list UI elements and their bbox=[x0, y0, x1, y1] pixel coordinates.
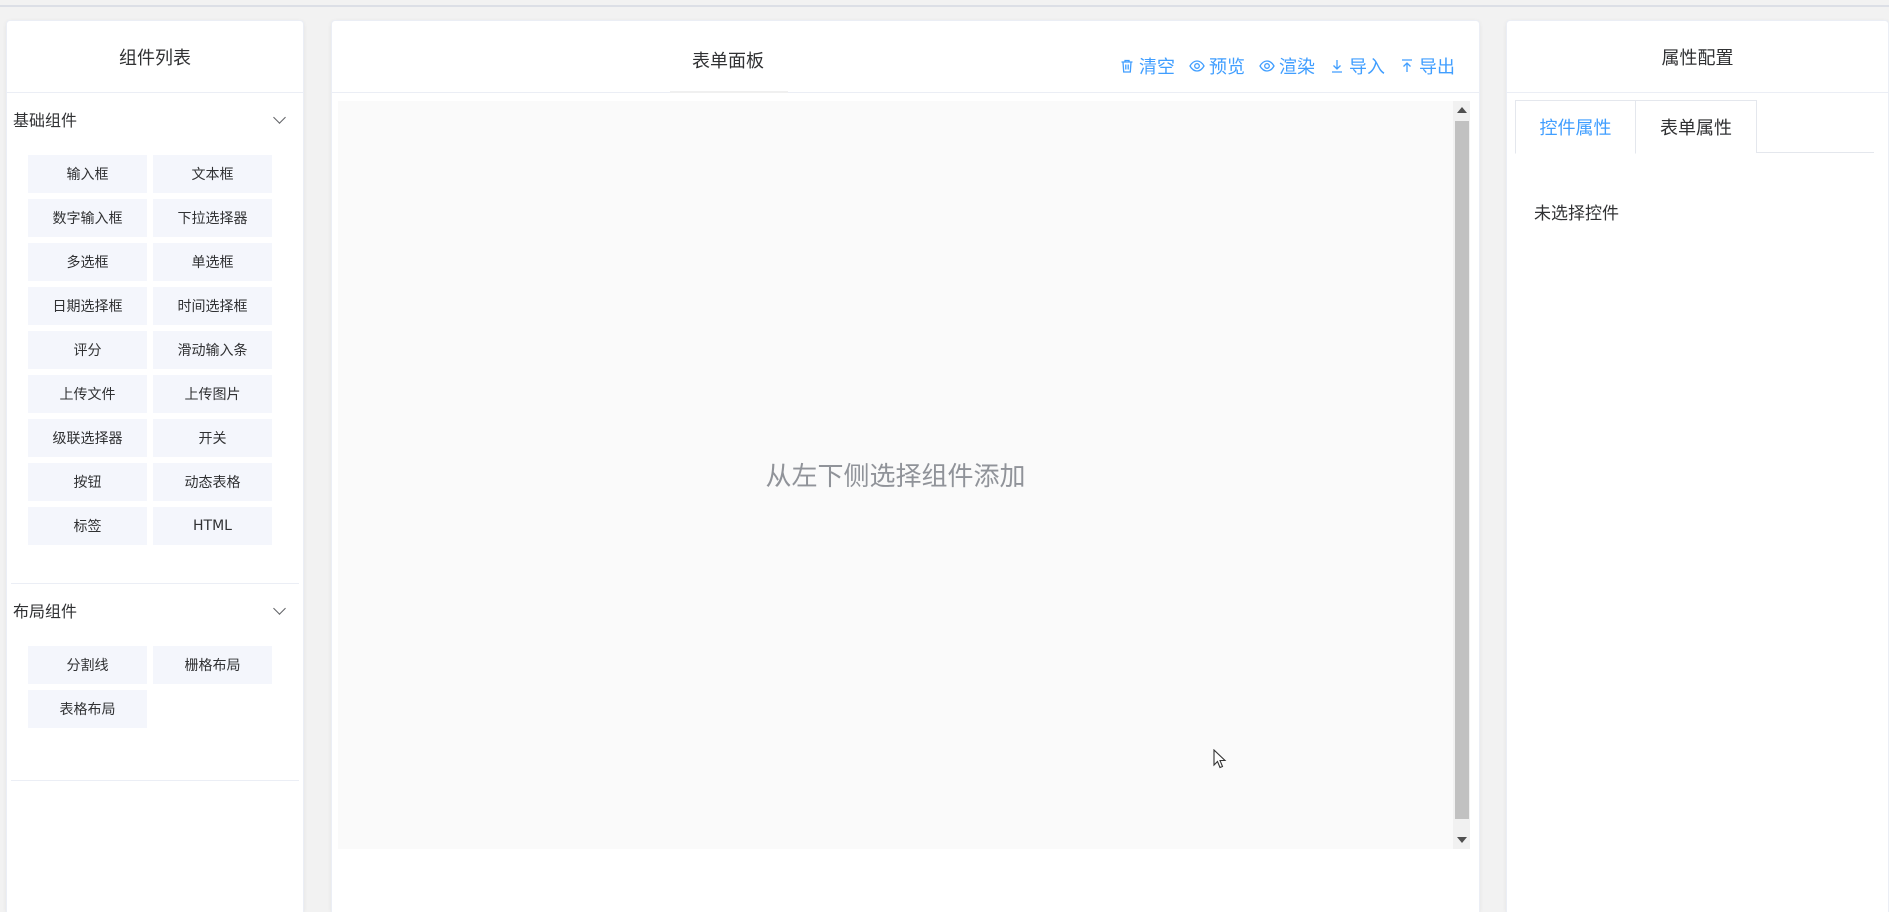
component-select[interactable]: 下拉选择器 bbox=[153, 199, 272, 237]
group-title-layout: 布局组件 bbox=[13, 602, 78, 621]
component-checkbox[interactable]: 多选框 bbox=[28, 243, 147, 281]
component-divider[interactable]: 分割线 bbox=[28, 646, 147, 684]
tab-form-properties[interactable]: 表单属性 bbox=[1636, 100, 1757, 153]
component-dynamic-table[interactable]: 动态表格 bbox=[153, 463, 272, 501]
scrollbar-thumb[interactable] bbox=[1455, 121, 1469, 819]
scroll-down-icon[interactable] bbox=[1457, 837, 1467, 843]
component-table-layout[interactable]: 表格布局 bbox=[28, 690, 147, 728]
export-button[interactable]: 导出 bbox=[1399, 53, 1455, 79]
component-cascader[interactable]: 级联选择器 bbox=[28, 419, 147, 457]
render-button[interactable]: 渲染 bbox=[1259, 53, 1315, 79]
toolbar: 清空 预览 渲染 导入 导出 bbox=[1119, 53, 1455, 79]
render-label: 渲染 bbox=[1279, 57, 1315, 78]
component-date-picker[interactable]: 日期选择框 bbox=[28, 287, 147, 325]
group-header-basic[interactable]: 基础组件 bbox=[7, 93, 303, 145]
component-radio[interactable]: 单选框 bbox=[153, 243, 272, 281]
component-button[interactable]: 按钮 bbox=[28, 463, 147, 501]
basic-components-grid: 输入框 文本框 数字输入框 下拉选择器 多选框 单选框 日期选择框 时间选择框 … bbox=[7, 145, 303, 545]
component-upload-image[interactable]: 上传图片 bbox=[153, 375, 272, 413]
clear-button[interactable]: 清空 bbox=[1119, 53, 1175, 79]
properties-title: 属性配置 bbox=[1507, 21, 1888, 93]
properties-panel: 属性配置 控件属性 表单属性 未选择控件 bbox=[1506, 20, 1889, 912]
download-icon bbox=[1332, 60, 1342, 73]
chevron-down-icon[interactable] bbox=[273, 604, 285, 616]
layout-components-grid: 分割线 栅格布局 表格布局 bbox=[7, 636, 303, 728]
canvas-hint: 从左下侧选择组件添加 bbox=[765, 461, 1026, 492]
component-switch[interactable]: 开关 bbox=[153, 419, 272, 457]
upload-icon bbox=[1402, 59, 1412, 72]
component-time-picker[interactable]: 时间选择框 bbox=[153, 287, 272, 325]
preview-label: 预览 bbox=[1209, 57, 1245, 78]
component-number-input[interactable]: 数字输入框 bbox=[28, 199, 147, 237]
component-input[interactable]: 输入框 bbox=[28, 155, 147, 193]
component-list-panel: 组件列表 基础组件 输入框 文本框 数字输入框 下拉选择器 多选框 单选框 日期… bbox=[6, 20, 304, 912]
import-label: 导入 bbox=[1349, 57, 1385, 78]
component-grid-layout[interactable]: 栅格布局 bbox=[153, 646, 272, 684]
properties-tabs: 控件属性 表单属性 bbox=[1515, 100, 1874, 154]
clear-label: 清空 bbox=[1139, 57, 1175, 78]
component-html[interactable]: HTML bbox=[153, 507, 272, 545]
preview-button[interactable]: 预览 bbox=[1189, 53, 1245, 79]
group-header-layout[interactable]: 布局组件 bbox=[7, 584, 303, 636]
trash-icon bbox=[1121, 59, 1133, 73]
form-panel-header: 表单面板 清空 预览 渲染 导入 导出 bbox=[332, 21, 1479, 93]
component-textarea[interactable]: 文本框 bbox=[153, 155, 272, 193]
component-upload-file[interactable]: 上传文件 bbox=[28, 375, 147, 413]
import-button[interactable]: 导入 bbox=[1329, 53, 1385, 79]
component-list-title: 组件列表 bbox=[7, 21, 303, 93]
vertical-scrollbar[interactable] bbox=[1453, 101, 1470, 849]
form-canvas[interactable]: 从左下侧选择组件添加 bbox=[338, 101, 1453, 849]
export-label: 导出 bbox=[1419, 57, 1455, 78]
eye-icon bbox=[1259, 60, 1275, 72]
mouse-cursor-icon bbox=[1213, 749, 1227, 769]
group-divider bbox=[11, 780, 299, 781]
eye-icon bbox=[1189, 60, 1205, 72]
tab-widget-properties[interactable]: 控件属性 bbox=[1515, 100, 1636, 154]
form-panel: 表单面板 清空 预览 渲染 导入 导出 从左下侧选择组件添加 bbox=[331, 20, 1480, 912]
component-slider[interactable]: 滑动输入条 bbox=[153, 331, 272, 369]
group-title-basic: 基础组件 bbox=[13, 111, 78, 130]
top-divider bbox=[0, 5, 1889, 7]
no-widget-selected-message: 未选择控件 bbox=[1534, 204, 1619, 224]
chevron-down-icon[interactable] bbox=[273, 113, 285, 125]
form-panel-title: 表单面板 bbox=[692, 51, 764, 72]
component-rate[interactable]: 评分 bbox=[28, 331, 147, 369]
component-tag[interactable]: 标签 bbox=[28, 507, 147, 545]
scroll-up-icon[interactable] bbox=[1457, 107, 1467, 113]
title-underline bbox=[670, 91, 788, 93]
